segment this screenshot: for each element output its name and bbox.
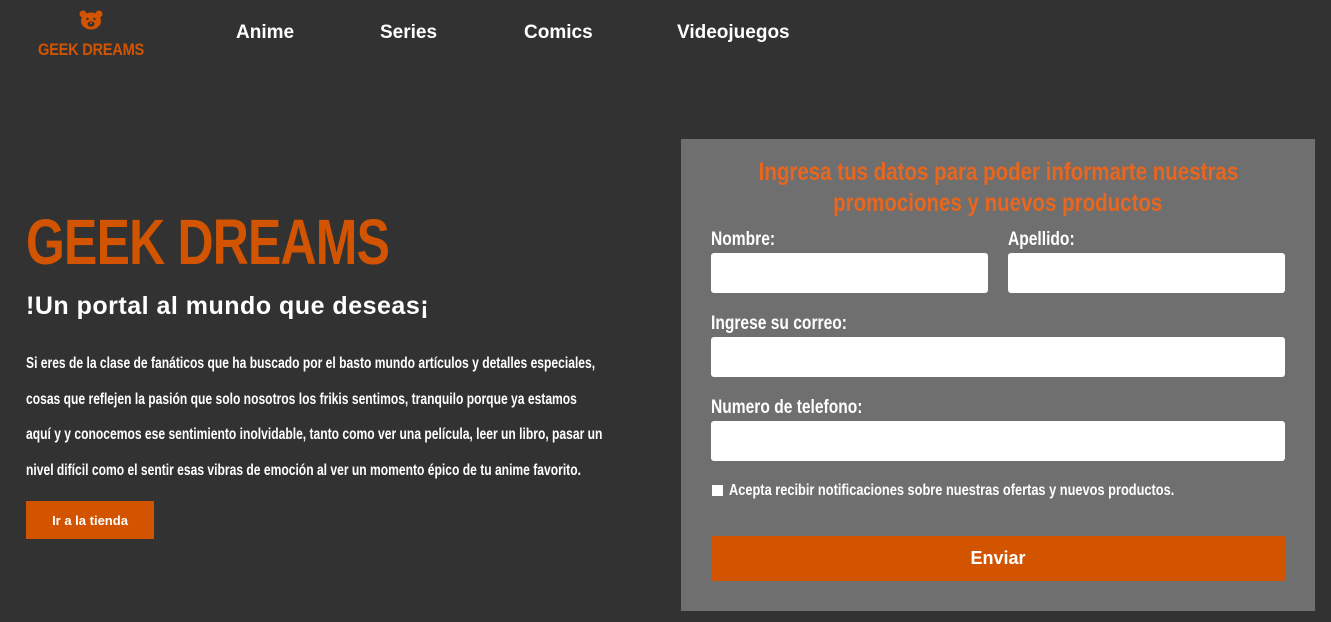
form-heading-line1: Ingresa tus datos para poder informarte …	[758, 158, 1238, 186]
nav-item-series[interactable]: Series	[380, 22, 437, 44]
nav-item-comics[interactable]: Comics	[524, 22, 593, 44]
hero-title: GEEK DREAMS	[26, 206, 390, 278]
form-heading-line2: promociones y nuevos productos	[833, 189, 1163, 217]
logo-text: GEEK DREAMS	[38, 40, 145, 59]
apellido-field[interactable]	[1008, 253, 1285, 293]
site-header: GEEK DREAMS Anime Series Comics Videojue…	[0, 0, 1331, 70]
brand-logo[interactable]: GEEK DREAMS	[38, 10, 148, 62]
correo-label: Ingrese su correo:	[711, 313, 847, 334]
nombre-field[interactable]	[711, 253, 988, 293]
email-field[interactable]	[711, 337, 1285, 377]
form-heading: Ingresa tus datos para poder informarte …	[681, 157, 1315, 219]
bear-icon	[79, 10, 103, 30]
apellido-label: Apellido:	[1008, 229, 1075, 250]
go-to-store-button[interactable]: Ir a la tienda	[26, 501, 154, 539]
telefono-label: Numero de telefono:	[711, 397, 863, 418]
hero-subtitle: !Un portal al mundo que deseas¡	[26, 292, 430, 320]
phone-field[interactable]	[711, 421, 1285, 461]
nav-item-videojuegos[interactable]: Videojuegos	[677, 22, 790, 44]
notifications-checkbox[interactable]	[712, 485, 723, 496]
hero-description: Si eres de la clase de fanáticos que ha …	[26, 355, 603, 479]
notifications-checkbox-label: Acepta recibir notificaciones sobre nues…	[729, 482, 1175, 499]
submit-button[interactable]: Enviar	[711, 536, 1285, 581]
nombre-label: Nombre:	[711, 229, 776, 250]
nav-item-anime[interactable]: Anime	[236, 22, 294, 44]
subscribe-form: Ingresa tus datos para poder informarte …	[681, 139, 1315, 611]
